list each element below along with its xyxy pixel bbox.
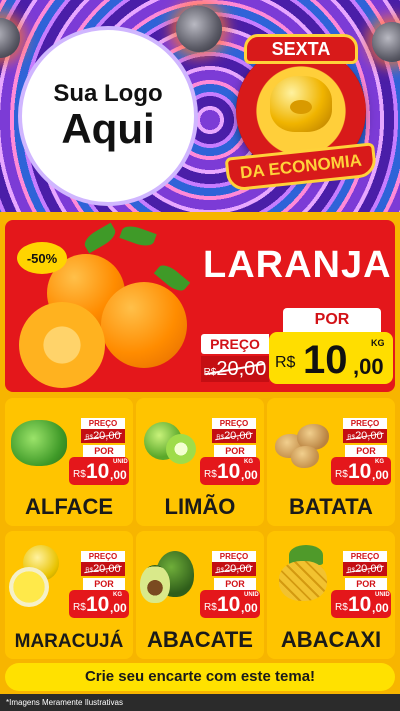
old-price: R$20,00 (343, 562, 387, 576)
product-name: ABACATE (147, 627, 253, 652)
disclaimer-text: *Imagens Meramente Ilustrativas (0, 694, 400, 711)
logo-text-line1: Sua Logo (53, 79, 163, 107)
price-unit: KG (113, 592, 122, 598)
price-decimal: ,00 (241, 468, 258, 482)
new-price-tag: R$ 10 ,00 UNID (331, 590, 391, 618)
old-price: R$20,00 (212, 429, 256, 443)
old-price-label: PREÇO (201, 334, 269, 354)
product-card-abacaxi[interactable]: PREÇO R$20,00 POR R$ 10 ,00 UNID ABACAXI (267, 531, 395, 659)
old-price-label: PREÇO (212, 418, 256, 429)
price-integer: 10 (86, 460, 110, 483)
old-price-label: PREÇO (81, 418, 125, 429)
featured-product[interactable]: -50% LARANJA PREÇO R$20,00 POR R$ 10 ,00… (5, 220, 395, 392)
price-integer: 10 (348, 593, 372, 616)
new-price-tag: R$ 10 ,00 KG (269, 332, 393, 384)
price-unit: KG (375, 459, 384, 465)
old-price-label: PREÇO (343, 418, 387, 429)
price-currency: R$ (204, 602, 217, 613)
new-price-label: POR (345, 445, 387, 457)
new-price-label: POR (214, 578, 256, 590)
leaf-decoration (81, 222, 119, 254)
old-price: R$20,00 (212, 562, 256, 576)
potato-illustration (291, 446, 319, 468)
product-card-batata[interactable]: PREÇO R$20,00 POR R$ 10 ,00 KG BATATA (267, 398, 395, 526)
coin-decoration (372, 22, 400, 62)
new-price-label: POR (83, 445, 125, 457)
old-price-label: PREÇO (343, 551, 387, 562)
product-name: BATATA (289, 494, 373, 519)
cta-banner[interactable]: Crie seu encarte com este tema! (5, 663, 395, 691)
new-price-label: POR (345, 578, 387, 590)
product-name: MARACUJÁ (14, 631, 124, 652)
price-unit: KG (244, 459, 253, 465)
new-price-tag: R$ 10 ,00 UNID (200, 590, 260, 618)
price-currency: R$ (335, 469, 348, 480)
price-currency: R$ (73, 602, 86, 613)
price-currency: R$ (275, 354, 296, 371)
price-unit: UNID (113, 459, 128, 465)
price-integer: 10 (86, 593, 110, 616)
product-name: LIMÃO (164, 494, 236, 519)
price-integer: 10 (217, 593, 241, 616)
avocado-half-illustration (140, 565, 170, 603)
old-price: R$20,00 (201, 356, 269, 382)
price-currency: R$ (204, 469, 217, 480)
coin-decoration (0, 18, 20, 58)
new-price-tag: R$ 10 ,00 KG (69, 590, 129, 618)
logo-placeholder[interactable]: Sua Logo Aqui (18, 26, 198, 206)
coin-decoration (176, 6, 222, 52)
price-currency: R$ (73, 469, 86, 480)
price-decimal: ,00 (353, 354, 384, 379)
price-integer: 10 (217, 460, 241, 483)
price-decimal: ,00 (372, 601, 389, 615)
price-decimal: ,00 (110, 601, 127, 615)
badge-top-text: SEXTA (244, 34, 358, 64)
old-price-label: PREÇO (212, 551, 256, 562)
hero-product-name: LARANJA (203, 244, 392, 286)
new-price-label: POR (214, 445, 256, 457)
product-name: ABACAXI (280, 627, 382, 652)
product-card-limao[interactable]: PREÇO R$20,00 POR R$ 10 ,00 KG LIMÃO (136, 398, 264, 526)
price-unit: KG (371, 338, 385, 348)
price-decimal: ,00 (372, 468, 389, 482)
leaf-decoration (119, 222, 157, 250)
new-price-label: POR (283, 308, 381, 332)
price-integer: 10 (303, 338, 348, 382)
new-price-tag: R$ 10 ,00 KG (200, 457, 260, 485)
discount-badge: -50% (17, 242, 67, 274)
piggy-bank-icon (270, 76, 332, 132)
price-unit: UNID (244, 592, 259, 598)
passion-fruit-illustration (9, 567, 49, 607)
product-card-alface[interactable]: PREÇO R$20,00 POR R$ 10 ,00 UNID ALFACE (5, 398, 133, 526)
old-price: R$20,00 (343, 429, 387, 443)
badge-bottom-text: DA ECONOMIA (224, 142, 378, 192)
new-price-tag: R$ 10 ,00 UNID (69, 457, 129, 485)
pig-snout (290, 100, 312, 114)
product-name: ALFACE (25, 494, 113, 519)
product-card-abacate[interactable]: PREÇO R$20,00 POR R$ 10 ,00 UNID ABACATE (136, 531, 264, 659)
orange-slice-illustration (19, 302, 105, 388)
price-integer: 10 (348, 460, 372, 483)
price-currency: R$ (335, 602, 348, 613)
lime-illustration (166, 434, 196, 464)
promo-badge: SEXTA DA ECONOMIA (224, 28, 378, 192)
price-decimal: ,00 (110, 468, 127, 482)
old-price: R$20,00 (81, 562, 125, 576)
product-card-maracuja[interactable]: PREÇO R$20,00 POR R$ 10 ,00 KG MARACUJÁ (5, 531, 133, 659)
new-price-tag: R$ 10 ,00 KG (331, 457, 391, 485)
pineapple-illustration (279, 561, 327, 601)
price-unit: UNID (375, 592, 390, 598)
new-price-label: POR (83, 578, 125, 590)
header-banner: Sua Logo Aqui SEXTA DA ECONOMIA (0, 0, 400, 212)
lettuce-illustration (11, 420, 67, 466)
price-decimal: ,00 (241, 601, 258, 615)
old-price-label: PREÇO (81, 551, 125, 562)
logo-text-line2: Aqui (61, 105, 155, 153)
old-price: R$20,00 (81, 429, 125, 443)
orange-illustration (101, 282, 187, 368)
